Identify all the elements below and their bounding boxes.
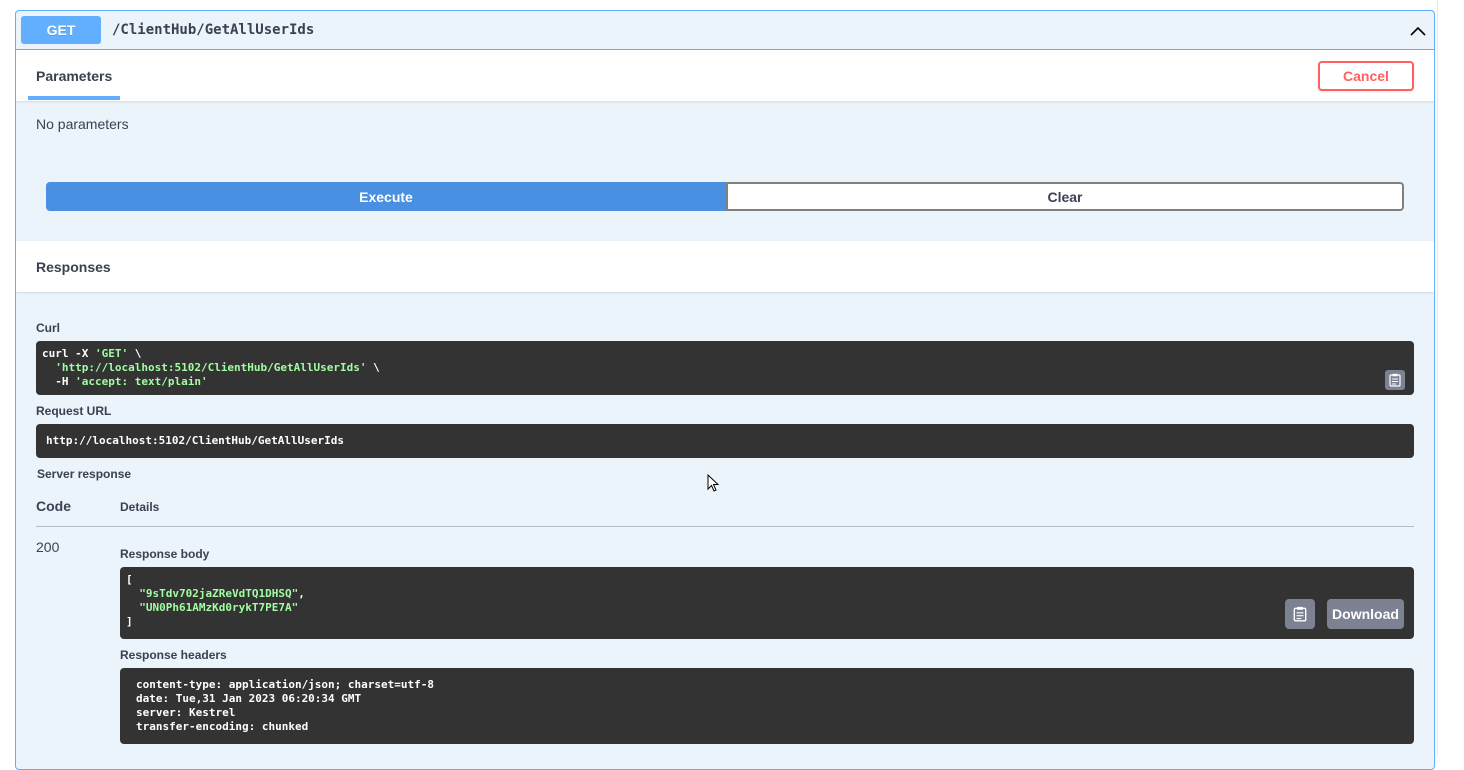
curl-url: 'http://localhost:5102/ClientHub/GetAllU… (55, 361, 367, 374)
header-line: content-type: application/json; charset=… (136, 678, 435, 691)
page-edge (1437, 0, 1438, 755)
details-column-header: Details (120, 500, 160, 514)
curl-label: Curl (36, 321, 60, 335)
operation-block: GET /ClientHub/GetAllUserIds Parameters … (15, 10, 1435, 770)
curl-line2-end: \ (366, 361, 380, 374)
code-column-header: Code (36, 498, 71, 514)
curl-header: 'accept: text/plain' (75, 375, 208, 388)
server-response-label: Server response (37, 467, 132, 481)
curl-cmd: curl -X (42, 347, 95, 360)
body-comma: , (298, 587, 305, 600)
responses-header: Responses (16, 241, 1434, 292)
mouse-cursor-icon (707, 473, 721, 494)
execute-button[interactable]: Execute (46, 182, 726, 211)
response-headers[interactable]: content-type: application/json; charset=… (120, 668, 1414, 744)
parameters-header: Parameters (16, 50, 1434, 101)
curl-flag: -H (42, 375, 76, 388)
tab-parameters[interactable]: Parameters (36, 68, 112, 84)
copy-response-icon[interactable] (1285, 599, 1315, 629)
clear-button[interactable]: Clear (726, 182, 1404, 211)
chevron-up-icon[interactable] (1408, 21, 1428, 41)
copy-curl-icon[interactable] (1385, 370, 1405, 390)
body-close: ] (126, 615, 133, 628)
header-line: transfer-encoding: chunked (136, 720, 309, 733)
body-item: "UN0Ph61AMzKd0rykT7PE7A" (139, 601, 299, 614)
curl-command[interactable]: curl -X 'GET' \ 'http://localhost:5102/C… (36, 341, 1414, 395)
cancel-button[interactable]: Cancel (1318, 61, 1414, 91)
response-headers-label: Response headers (120, 648, 227, 662)
request-url-label: Request URL (36, 404, 112, 418)
no-parameters-text: No parameters (36, 116, 129, 132)
body-item: "9sTdv702jaZReVdTQ1DHSQ" (139, 587, 299, 600)
header-line: date: Tue,31 Jan 2023 06:20:34 GMT (136, 692, 362, 705)
header-line: server: Kestrel (136, 706, 236, 719)
tab-active-indicator (28, 96, 120, 100)
response-body[interactable]: [ "9sTdv702jaZReVdTQ1DHSQ", "UN0Ph61AMzK… (120, 567, 1414, 639)
responses-title: Responses (36, 259, 111, 275)
curl-line1-end: \ (128, 347, 142, 360)
body-open: [ (126, 573, 133, 586)
response-body-label: Response body (120, 547, 210, 561)
table-divider (36, 526, 1414, 527)
request-url[interactable]: http://localhost:5102/ClientHub/GetAllUs… (36, 424, 1414, 458)
operation-path: /ClientHub/GetAllUserIds (112, 22, 315, 38)
download-button[interactable]: Download (1327, 599, 1404, 629)
curl-method: 'GET' (94, 347, 129, 360)
operation-summary[interactable]: GET /ClientHub/GetAllUserIds (16, 11, 1434, 50)
status-code: 200 (36, 539, 60, 555)
http-method-badge: GET (21, 16, 101, 44)
